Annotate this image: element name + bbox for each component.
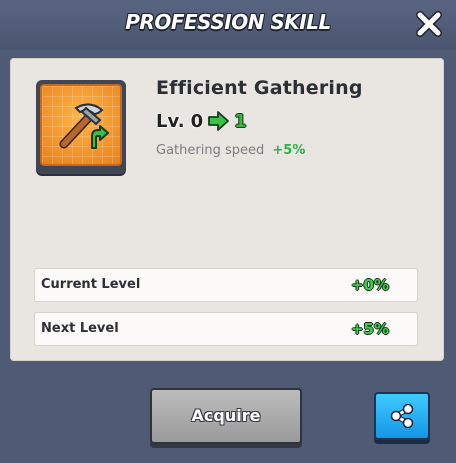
skill-icon-tile xyxy=(40,84,122,166)
stat-value: +0% xyxy=(350,276,389,294)
acquire-button[interactable]: Acquire xyxy=(150,388,302,444)
stat-label: Current Level xyxy=(41,277,141,292)
close-icon xyxy=(416,11,442,37)
acquire-button-label: Acquire xyxy=(191,406,261,425)
title-bar: PROFESSION SKILL xyxy=(0,0,456,51)
effect-value: +5% xyxy=(272,143,306,158)
skill-name: Efficient Gathering xyxy=(156,77,363,99)
level-label: Lv. xyxy=(156,110,185,132)
pickaxe-upgrade-icon xyxy=(59,103,109,149)
effect-label: Gathering speed xyxy=(156,143,265,158)
share-button[interactable] xyxy=(374,392,430,440)
level-current: 0 xyxy=(190,110,204,132)
effect-row: Gathering speed +5% xyxy=(156,143,305,158)
level-next: 1 xyxy=(234,110,247,132)
stat-label: Next Level xyxy=(41,321,119,336)
stat-row-current-level: Current Level +0% xyxy=(34,268,418,302)
window-title: PROFESSION SKILL xyxy=(125,10,331,34)
stat-row-next-level: Next Level +5% xyxy=(34,312,418,346)
stat-value: +5% xyxy=(350,320,389,338)
skill-icon-frame xyxy=(36,80,126,174)
level-row: Lv. 0 1 xyxy=(156,109,247,133)
close-button[interactable] xyxy=(414,9,444,39)
share-icon xyxy=(390,403,414,429)
arrow-right-icon xyxy=(208,111,230,131)
